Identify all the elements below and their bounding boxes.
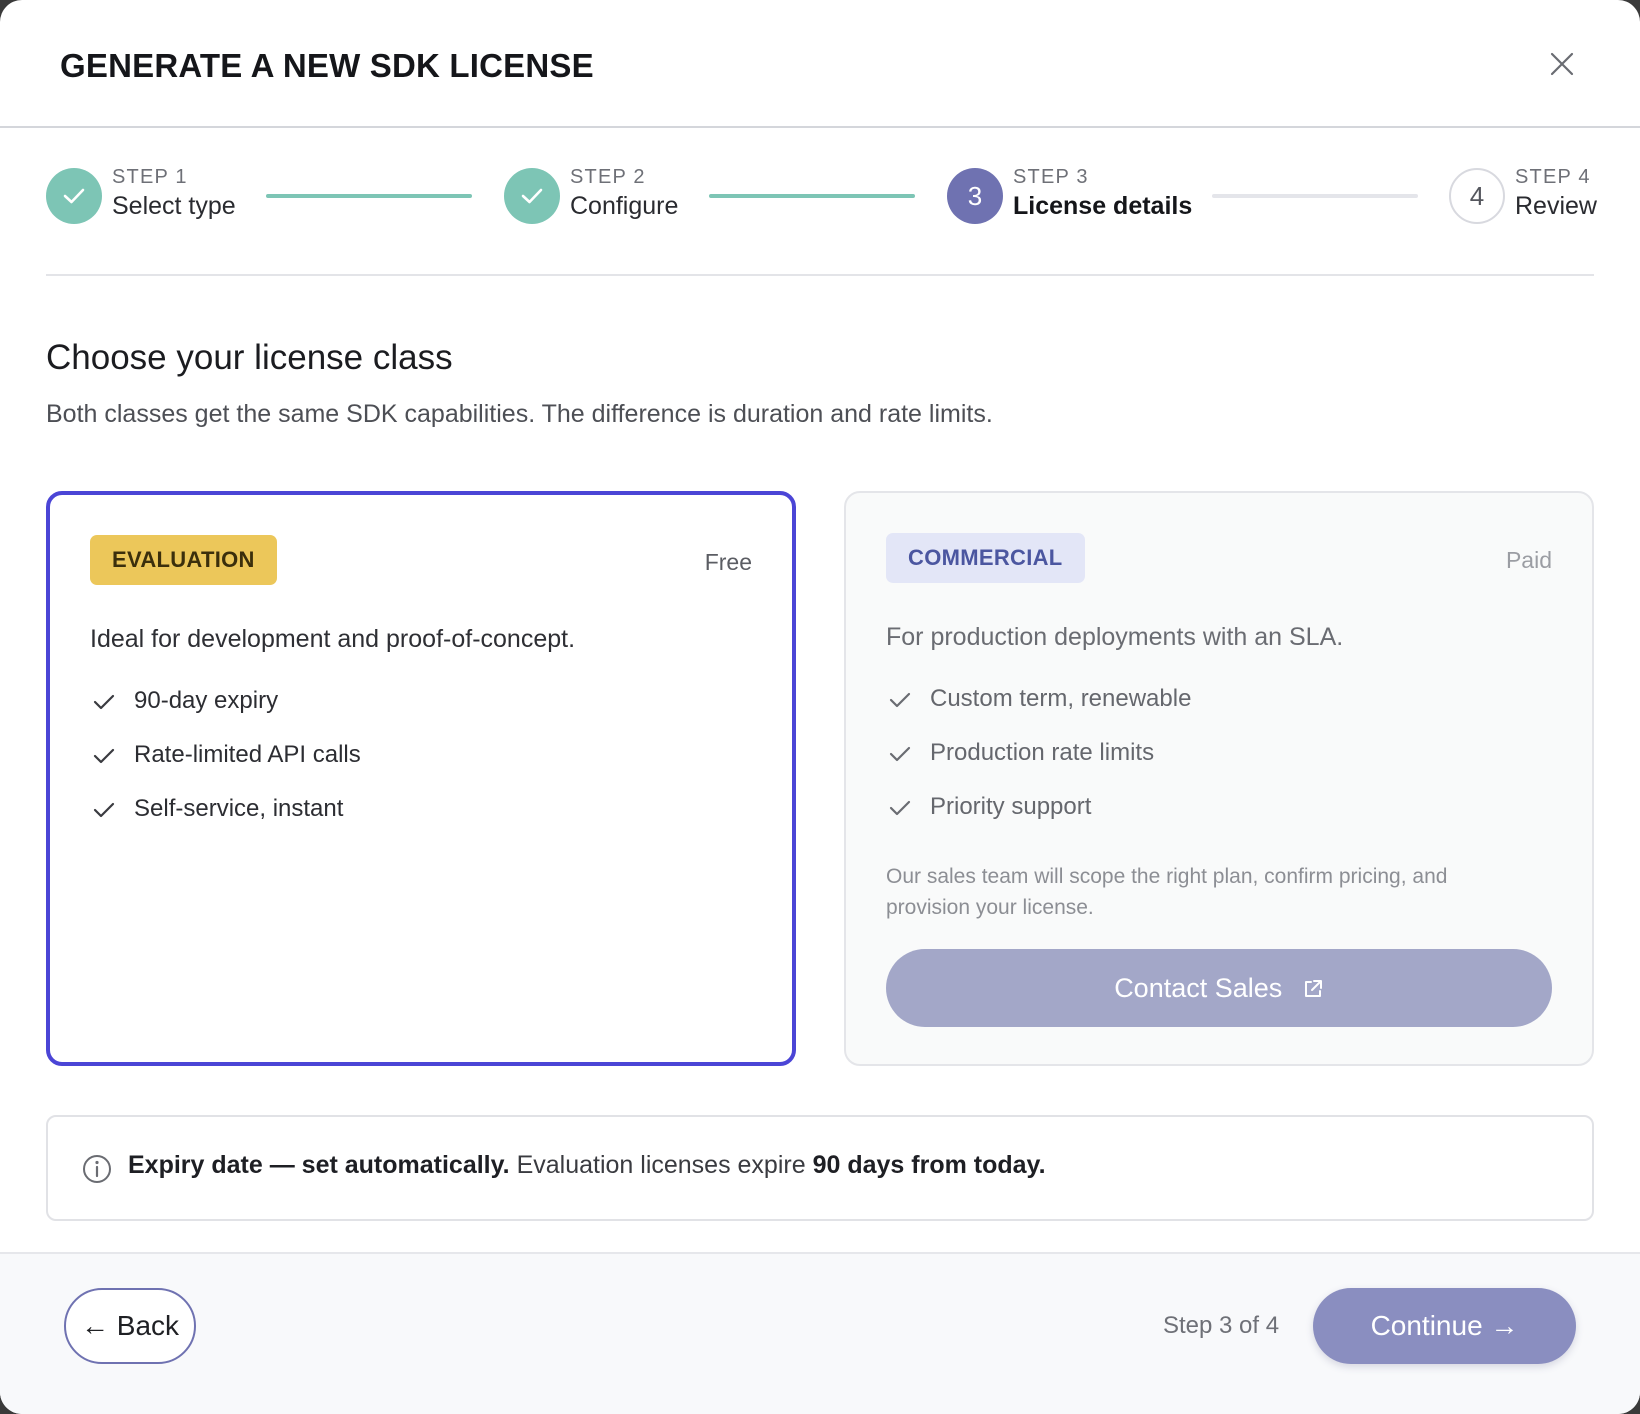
feature-text: Self-service, instant <box>134 795 344 822</box>
card-description: Ideal for development and proof-of-conce… <box>90 625 576 653</box>
dialog-title: GENERATE A NEW SDK LICENSE <box>60 47 594 84</box>
check-icon <box>521 188 543 204</box>
feature-item: Rate-limited API calls <box>90 737 361 791</box>
step-connector <box>1212 194 1418 198</box>
feature-item: Custom term, renewable <box>886 681 1191 735</box>
commercial-badge: COMMERCIAL <box>886 533 1085 583</box>
feature-item: 90-day expiry <box>90 683 361 737</box>
info-bold-lead: Expiry date — set automatically. <box>128 1151 510 1179</box>
step-connector <box>266 194 472 198</box>
continue-button[interactable]: Continue → <box>1313 1288 1576 1364</box>
section-title: Choose your license class <box>46 338 453 377</box>
external-link-icon <box>1304 980 1322 997</box>
feature-text: 90-day expiry <box>134 687 279 714</box>
step-kicker: STEP 1 <box>112 166 188 188</box>
feature-list: Custom term, renewable Production rate l… <box>886 681 1191 843</box>
feature-item: Priority support <box>886 789 1191 843</box>
step-complete-indicator <box>46 168 102 224</box>
step-number-badge: 4 <box>1449 168 1505 224</box>
feature-item: Self-service, instant <box>90 791 361 845</box>
step-kicker: STEP 2 <box>570 166 646 188</box>
step-kicker: STEP 4 <box>1515 166 1591 188</box>
step-label: License details <box>1013 192 1193 220</box>
section-subtitle: Both classes get the same SDK capabiliti… <box>46 400 993 428</box>
feature-text: Production rate limits <box>930 739 1155 766</box>
evaluation-badge: EVALUATION <box>90 535 277 585</box>
step-label: Select type <box>112 192 236 220</box>
check-icon <box>93 748 115 764</box>
step-complete-indicator <box>504 168 560 224</box>
feature-text: Custom term, renewable <box>930 685 1192 712</box>
info-icon <box>83 1155 111 1183</box>
step-label: Configure <box>570 192 679 220</box>
step-label: Review <box>1515 192 1597 220</box>
sales-note: Our sales team will scope the right plan… <box>886 865 1448 919</box>
license-dialog: GENERATE A NEW SDK LICENSE STEP 1 Select… <box>0 0 1640 1414</box>
commercial-license-card: COMMERCIAL Paid For production deploymen… <box>844 491 1594 1066</box>
dialog-footer: ← Back Step 3 of 4 Continue → <box>0 1252 1640 1414</box>
feature-item: Production rate limits <box>886 735 1191 789</box>
feature-list: 90-day expiry Rate-limited API calls Sel… <box>90 683 361 845</box>
stepper: STEP 1 Select type STEP 2 Configure 3 ST… <box>46 166 1597 276</box>
price-label: Paid <box>1505 547 1552 573</box>
step-kicker: STEP 3 <box>1013 166 1089 188</box>
info-body: Evaluation licenses expire <box>509 1151 813 1179</box>
check-icon <box>93 694 115 710</box>
check-icon <box>93 802 115 818</box>
info-bold-tail: 90 days from today. <box>812 1151 1046 1179</box>
check-icon <box>889 692 911 708</box>
dialog-header: GENERATE A NEW SDK LICENSE <box>0 0 1640 128</box>
close-icon <box>1550 52 1574 76</box>
contact-sales-label: Contact Sales <box>1114 973 1283 1003</box>
expiry-info-text: Expiry date — set automatically. Evaluat… <box>128 1151 1046 1180</box>
step-counter: Step 3 of 4 <box>1163 1312 1280 1339</box>
price-label: Free <box>704 549 752 575</box>
feature-text: Priority support <box>930 793 1092 820</box>
contact-sales-button[interactable]: Contact Sales <box>886 949 1552 1027</box>
step-number-badge: 3 <box>947 168 1003 224</box>
expiry-info-box: Expiry date — set automatically. Evaluat… <box>46 1115 1594 1221</box>
check-icon <box>889 746 911 762</box>
check-icon <box>63 188 85 204</box>
check-icon <box>889 800 911 816</box>
step-connector <box>709 194 915 198</box>
evaluation-license-card[interactable]: EVALUATION Free Ideal for development an… <box>46 491 796 1066</box>
close-button[interactable] <box>1544 46 1580 82</box>
card-description: For production deployments with an SLA. <box>886 623 1344 651</box>
back-button[interactable]: ← Back <box>64 1288 196 1364</box>
feature-text: Rate-limited API calls <box>134 741 361 768</box>
